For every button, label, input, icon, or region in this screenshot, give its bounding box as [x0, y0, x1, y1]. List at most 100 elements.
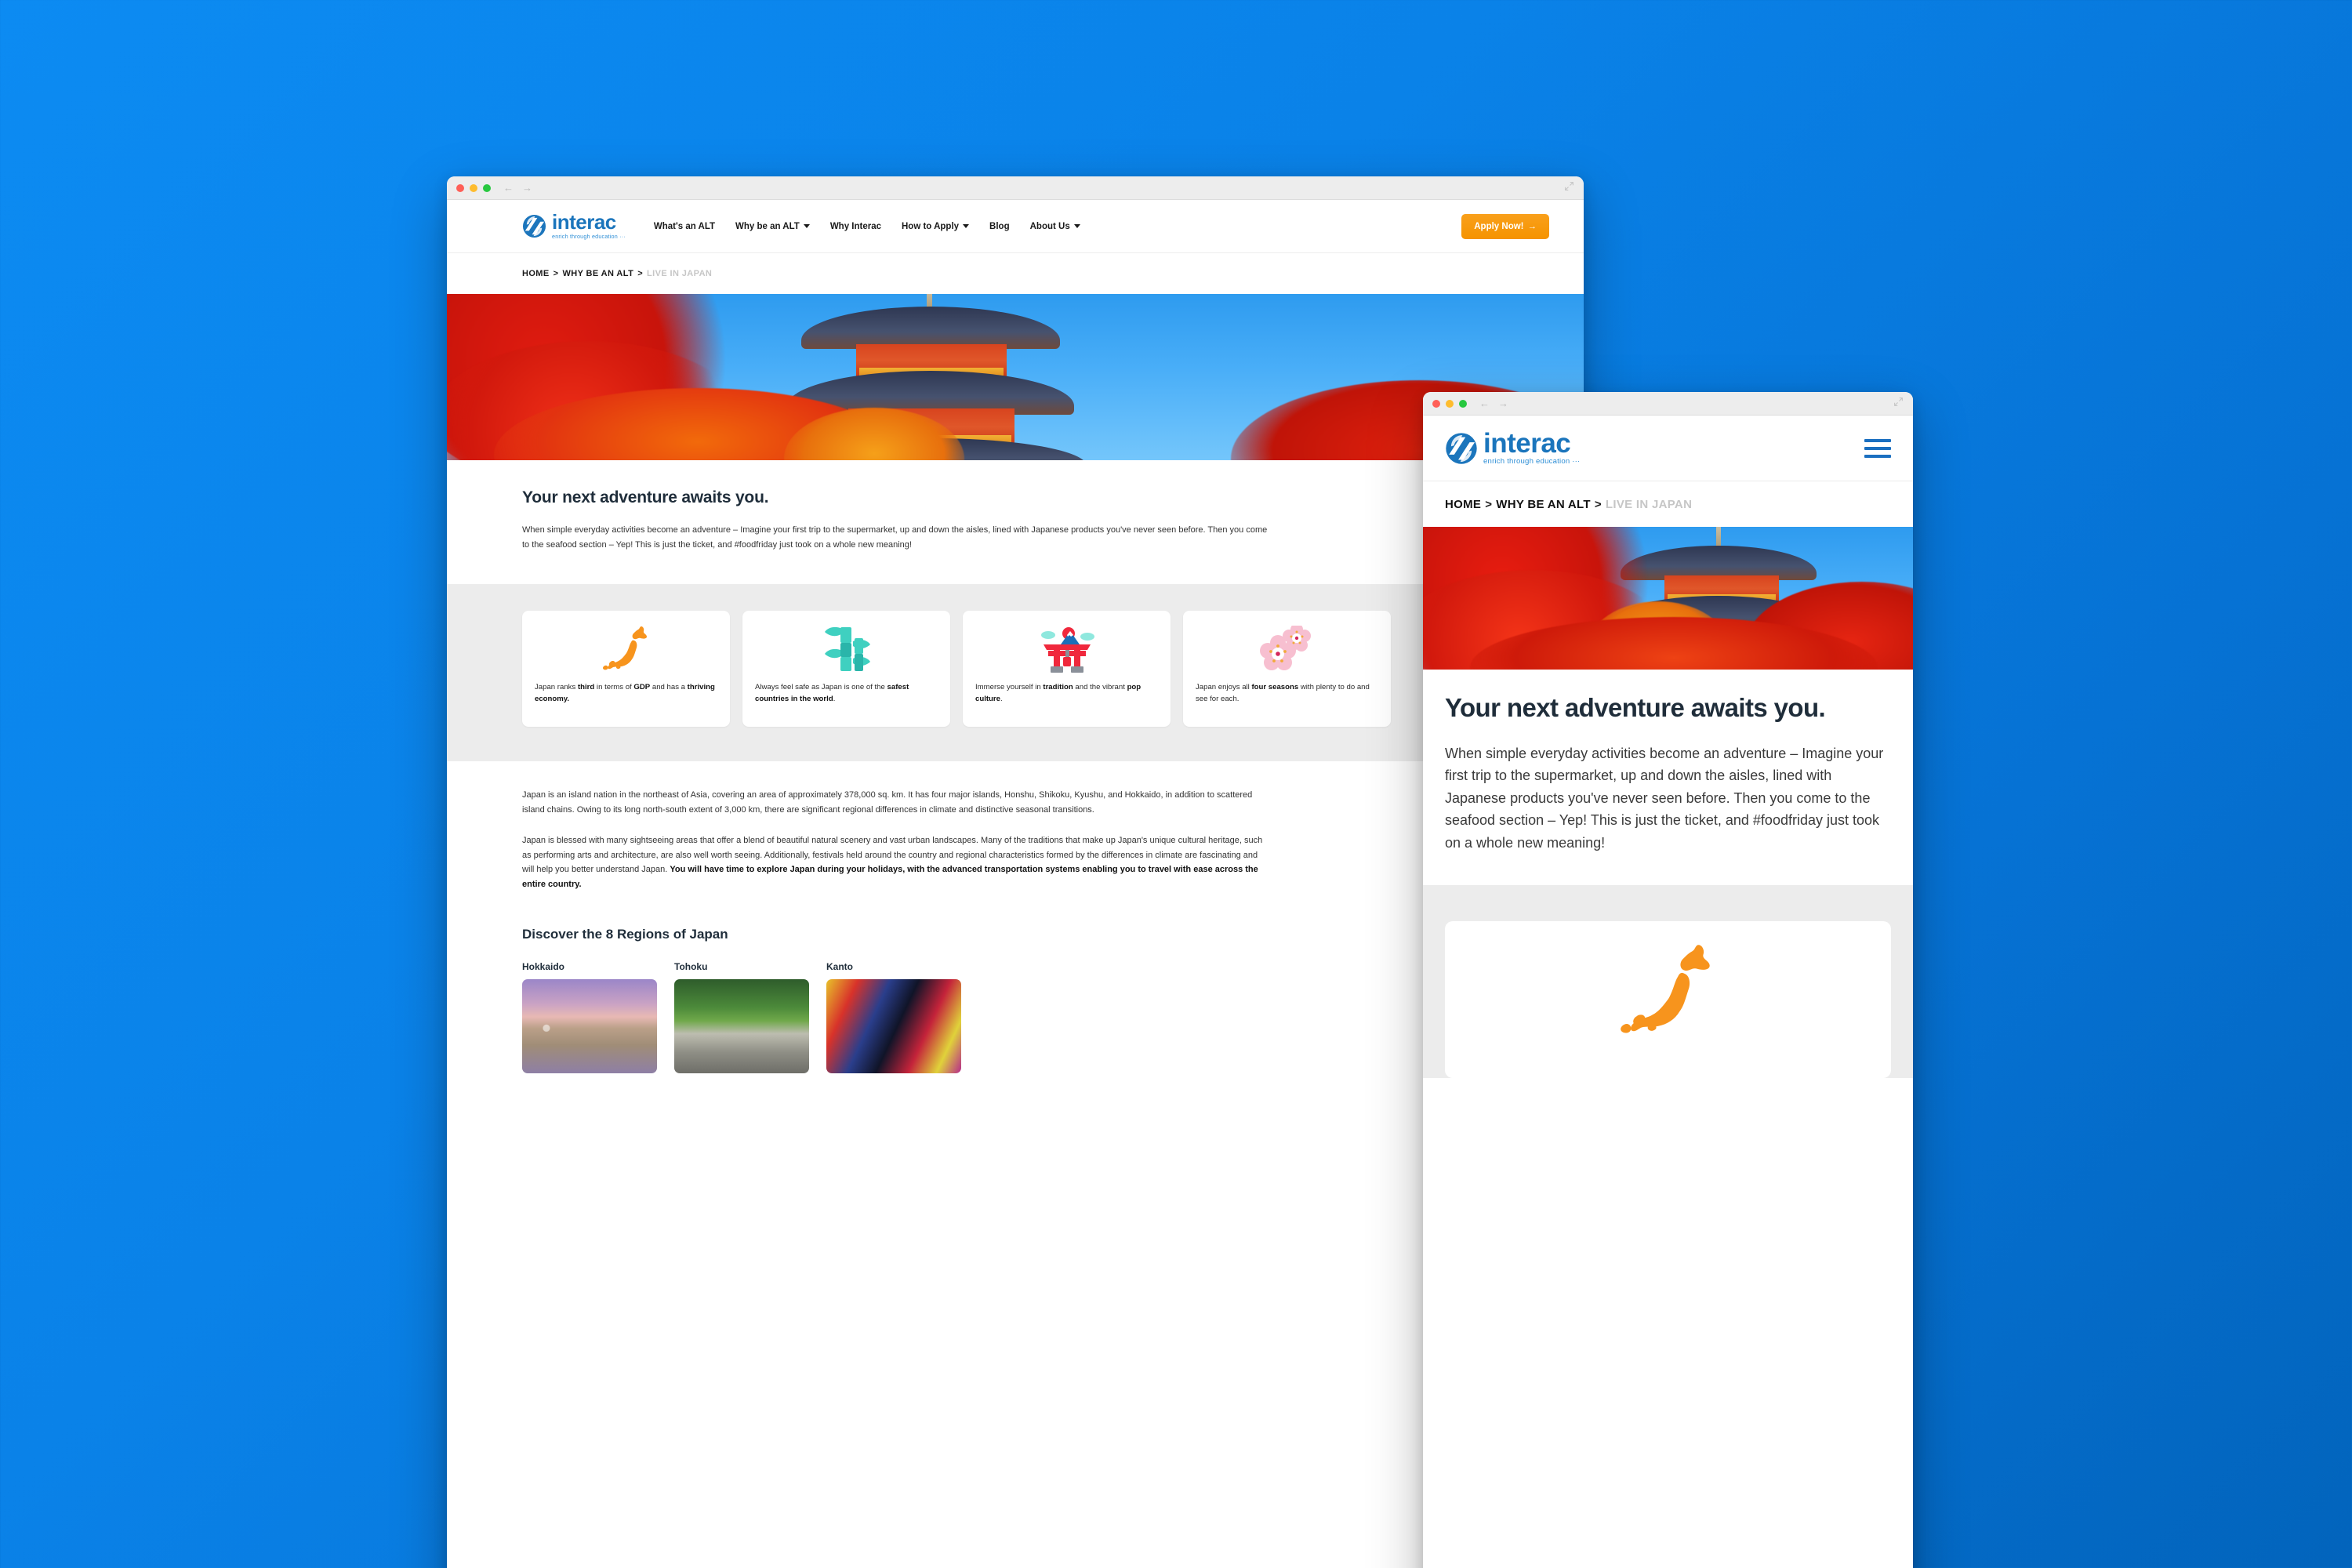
apply-now-button[interactable]: Apply Now! → [1461, 213, 1549, 239]
mobile-site-header: interac enrich through education ··· [1423, 416, 1913, 481]
nav-item-blog[interactable]: Blog [989, 222, 1010, 231]
close-icon[interactable] [1432, 399, 1440, 408]
interac-logo-icon [1445, 432, 1478, 465]
nav-item-whats-an-alt[interactable]: What's an ALT [654, 222, 715, 231]
highlight-card-text: Immerse yourself in tradition and the vi… [975, 681, 1158, 706]
about-paragraph-2: Japan is blessed with many sightseeing a… [522, 833, 1271, 893]
logo-word: interac [552, 210, 616, 234]
region-card[interactable]: Tohoku [674, 961, 809, 1074]
desktop-titlebar: ← → [447, 176, 1584, 200]
mobile-breadcrumb: HOME > WHY BE AN ALT > LIVE IN JAPAN [1423, 481, 1913, 527]
region-name: Tohoku [674, 961, 708, 973]
region-photo-hokkaido [522, 979, 657, 1074]
region-name: Hokkaido [522, 961, 565, 973]
forward-arrow-icon[interactable]: → [522, 183, 532, 193]
txt: Always feel safe as Japan is one of the [755, 682, 887, 691]
nav-label: Why Interac [829, 221, 881, 231]
region-card[interactable]: Hokkaido [522, 961, 657, 1074]
burger-line [1864, 446, 1891, 450]
torii-gate-icon [975, 622, 1158, 677]
japan-map-icon [535, 622, 717, 677]
hero-image [447, 294, 1584, 460]
mobile-viewport: interac enrich through education ··· HOM… [1423, 416, 1913, 1568]
hamburger-menu-icon[interactable] [1864, 438, 1891, 458]
logo-wordmark: interac enrich through education ··· [1483, 430, 1580, 466]
site-logo[interactable]: interac enrich through education ··· [1445, 430, 1580, 466]
txt: and has a [650, 682, 688, 691]
cherry-blossom-icon [1196, 622, 1378, 677]
regions-title: Discover the 8 Regions of Japan [522, 927, 728, 942]
regions-list: Hokkaido Tohoku Kanto [522, 961, 1508, 1074]
back-arrow-icon[interactable]: ← [1479, 398, 1490, 408]
highlight-card[interactable]: Japan enjoys all four seasons with plent… [1183, 610, 1391, 727]
highlight-card-text: Always feel safe as Japan is one of the … [755, 681, 938, 706]
minimize-icon[interactable] [470, 183, 477, 192]
close-icon[interactable] [456, 183, 464, 192]
maximize-icon[interactable] [483, 183, 491, 192]
highlight-cards: Japan ranks third in terms of GDP and ha… [522, 610, 1508, 727]
about-paragraph-1: Japan is an island nation in the northea… [522, 789, 1253, 815]
desktop-browser-window: ← → interac enrich through education ···… [447, 176, 1584, 1568]
txt-bold: GDP [633, 682, 651, 691]
primary-navigation: What's an ALT Why be an ALT Why Interac … [654, 222, 1080, 231]
breadcrumb-separator: > [553, 269, 559, 278]
nav-item-why-be-an-alt[interactable]: Why be an ALT [735, 222, 810, 231]
nav-item-about-us[interactable]: About Us [1030, 222, 1080, 231]
maximize-icon[interactable] [1459, 399, 1467, 408]
mobile-hero-image [1423, 527, 1913, 670]
breadcrumb-home[interactable]: HOME [522, 269, 550, 278]
txt: . [1000, 695, 1003, 704]
expand-icon[interactable] [1893, 397, 1904, 411]
txt: and the vibrant [1073, 682, 1127, 691]
apply-now-label: Apply Now! [1474, 221, 1524, 231]
minimize-icon[interactable] [1446, 399, 1454, 408]
highlight-card-text: Japan ranks third in terms of GDP and ha… [535, 681, 717, 706]
txt: . [833, 695, 836, 704]
region-photo-tohoku [674, 979, 809, 1074]
desktop-viewport: interac enrich through education ··· Wha… [447, 200, 1584, 1568]
nav-label: Blog [989, 221, 1010, 231]
breadcrumb-current: LIVE IN JAPAN [647, 269, 713, 278]
site-logo[interactable]: interac enrich through education ··· [522, 212, 626, 240]
window-controls [456, 183, 491, 192]
nav-item-why-interac[interactable]: Why Interac [830, 222, 881, 231]
burger-line [1864, 438, 1891, 442]
nav-label: What's an ALT [653, 221, 716, 231]
highlight-card-text: Japan enjoys all four seasons with plent… [1196, 681, 1378, 706]
highlight-card[interactable]: Always feel safe as Japan is one of the … [742, 610, 950, 727]
breadcrumb-home[interactable]: HOME [1445, 498, 1481, 511]
breadcrumb-separator: > [1485, 497, 1493, 511]
forward-arrow-icon[interactable]: → [1498, 398, 1508, 408]
highlight-card[interactable]: Japan ranks third in terms of GDP and ha… [522, 610, 730, 727]
breadcrumb: HOME > WHY BE AN ALT > LIVE IN JAPAN [447, 253, 1584, 294]
txt: in terms of [594, 682, 634, 691]
chevron-down-icon [1073, 224, 1080, 228]
logo-wordmark: interac enrich through education ··· [552, 212, 626, 240]
region-card[interactable]: Kanto [826, 961, 961, 1074]
back-arrow-icon[interactable]: ← [503, 183, 514, 193]
bamboo-icon [755, 622, 938, 677]
txt: Japan enjoys all [1196, 682, 1252, 691]
chevron-down-icon [803, 224, 810, 228]
window-controls [1432, 399, 1467, 408]
breadcrumb-parent[interactable]: WHY BE AN ALT [562, 269, 633, 278]
site-header: interac enrich through education ··· Wha… [447, 200, 1584, 253]
expand-icon[interactable] [1564, 181, 1574, 195]
region-name: Kanto [826, 961, 853, 973]
mobile-highlight-card[interactable] [1445, 921, 1891, 1079]
highlights-section: Japan ranks third in terms of GDP and ha… [447, 583, 1584, 761]
interac-logo-icon [522, 214, 546, 238]
japan-map-icon [1610, 942, 1727, 1044]
highlight-card[interactable]: Immerse yourself in tradition and the vi… [963, 610, 1171, 727]
mobile-highlights-section [1423, 885, 1913, 1079]
page-title: Your next adventure awaits you. [522, 488, 769, 506]
breadcrumb-separator: > [637, 269, 644, 278]
browser-nav-arrows: ← → [1479, 398, 1508, 408]
mobile-titlebar: ← → [1423, 392, 1913, 416]
logo-tagline: enrich through education ··· [552, 232, 626, 240]
nav-item-how-to-apply[interactable]: How to Apply [902, 222, 970, 231]
burger-line [1864, 454, 1891, 458]
chevron-down-icon [963, 224, 970, 228]
logo-word: interac [1483, 427, 1571, 459]
breadcrumb-parent[interactable]: WHY BE AN ALT [1496, 498, 1591, 511]
